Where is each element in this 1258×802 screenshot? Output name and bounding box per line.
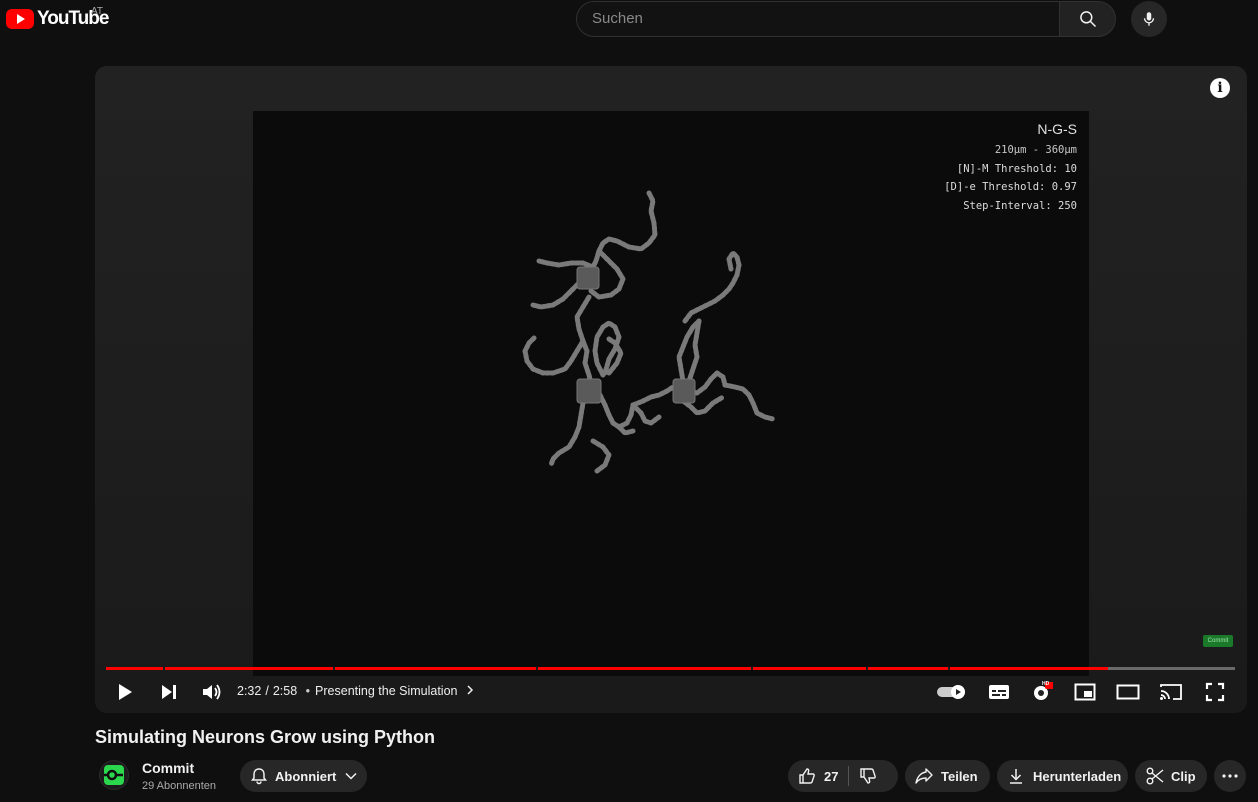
channel-name[interactable]: Commit <box>142 760 194 776</box>
total-time: 2:58 <box>272 684 298 698</box>
thumbs-down-icon <box>860 768 877 784</box>
chapter-marker <box>751 667 753 670</box>
chapter-marker <box>333 667 335 670</box>
share-label: Teilen <box>941 768 978 784</box>
skip-next-icon <box>162 685 176 699</box>
play-icon <box>119 684 132 700</box>
progress-fill <box>106 667 1109 670</box>
progress-bar[interactable] <box>106 667 1235 670</box>
autoplay-icon <box>937 685 965 699</box>
thumbs-up-icon <box>799 768 815 784</box>
channel-watermark[interactable]: Commit <box>1203 635 1233 647</box>
n-threshold-label: [N]-M Threshold: 10 <box>956 162 1077 175</box>
play-button[interactable] <box>113 674 137 710</box>
share-button[interactable]: Teilen <box>905 760 990 792</box>
like-dislike-group: 27 <box>788 760 898 792</box>
cast-button[interactable] <box>1159 674 1183 710</box>
commit-logo-icon <box>104 765 124 785</box>
fullscreen-icon <box>1205 682 1225 702</box>
video-player[interactable]: i N-G-S 210µm - 360µm [N]-M Threshold: 1… <box>95 66 1247 713</box>
like-count: 27 <box>824 768 839 784</box>
chapter-title[interactable]: Presenting the Simulation <box>315 684 457 698</box>
avatar[interactable] <box>99 760 129 790</box>
simulation-parameters: 210µm - 360µm [N]-M Threshold: 10 [D]-e … <box>944 141 1077 216</box>
download-label: Herunterladen <box>1033 768 1122 784</box>
miniplayer-button[interactable] <box>1073 674 1097 710</box>
bell-icon <box>251 768 267 785</box>
step-interval-label: Step-Interval: 250 <box>963 200 1077 213</box>
hd-badge: HD <box>1042 681 1050 687</box>
chapter-marker <box>163 667 165 670</box>
more-actions-button[interactable] <box>1214 760 1246 792</box>
clip-label: Clip <box>1171 768 1196 784</box>
current-time: 2:32 <box>237 684 262 698</box>
subtitles-icon <box>989 685 1009 699</box>
search-input[interactable]: Suchen <box>576 1 1060 37</box>
chapter-marker <box>948 667 950 670</box>
download-icon <box>1010 769 1022 784</box>
video-frame[interactable]: N-G-S 210µm - 360µm [N]-M Threshold: 10 … <box>253 111 1089 676</box>
settings-button[interactable]: HD <box>1029 674 1055 710</box>
miniplayer-icon <box>1074 683 1096 701</box>
subscriber-count: 29 Abonnenten <box>142 780 217 792</box>
like-button[interactable]: 27 <box>788 767 838 785</box>
chevron-right-icon <box>467 685 474 695</box>
theater-icon <box>1116 684 1140 700</box>
download-button[interactable]: Herunterladen <box>997 760 1128 792</box>
search-icon <box>1079 11 1096 28</box>
search-button[interactable] <box>1059 1 1116 37</box>
microphone-icon <box>1143 12 1155 26</box>
range-label: 210µm - 360µm <box>994 144 1077 156</box>
divider <box>848 766 850 786</box>
fullscreen-button[interactable] <box>1203 674 1227 710</box>
chevron-down-icon <box>345 772 357 780</box>
player-controls: 2:32/2:58 • Presenting the Simulation HD <box>95 674 1247 712</box>
d-threshold-label: [D]-e Threshold: 0.97 <box>944 181 1077 194</box>
mute-button[interactable] <box>199 674 223 710</box>
country-code: AT <box>91 6 104 17</box>
subscribe-label: Abonniert <box>275 768 337 784</box>
clip-button[interactable]: Clip <box>1135 760 1207 792</box>
time-display: 2:32/2:58 • Presenting the Simulation <box>237 684 475 698</box>
chapter-marker <box>866 667 868 670</box>
simulation-title: N-G-S <box>1037 121 1077 137</box>
scissors-icon <box>1146 767 1164 785</box>
video-title: Simulating Neurons Grow using Python <box>95 727 436 747</box>
youtube-play-icon <box>6 9 34 29</box>
share-icon <box>915 768 933 784</box>
more-horizontal-icon <box>1222 774 1238 778</box>
volume-icon <box>203 684 221 700</box>
info-icon[interactable]: i <box>1210 78 1230 98</box>
subscribe-button[interactable]: Abonniert <box>240 760 367 792</box>
next-button[interactable] <box>157 674 181 710</box>
theater-mode-button[interactable] <box>1115 674 1141 710</box>
subtitles-button[interactable] <box>987 674 1011 710</box>
top-bar: YouTube AT Suchen <box>0 0 1258 40</box>
voice-search-button[interactable] <box>1131 1 1167 37</box>
chapter-marker <box>536 667 538 670</box>
cast-icon <box>1160 684 1182 700</box>
dislike-button[interactable] <box>859 767 877 785</box>
autoplay-toggle[interactable] <box>935 674 969 710</box>
